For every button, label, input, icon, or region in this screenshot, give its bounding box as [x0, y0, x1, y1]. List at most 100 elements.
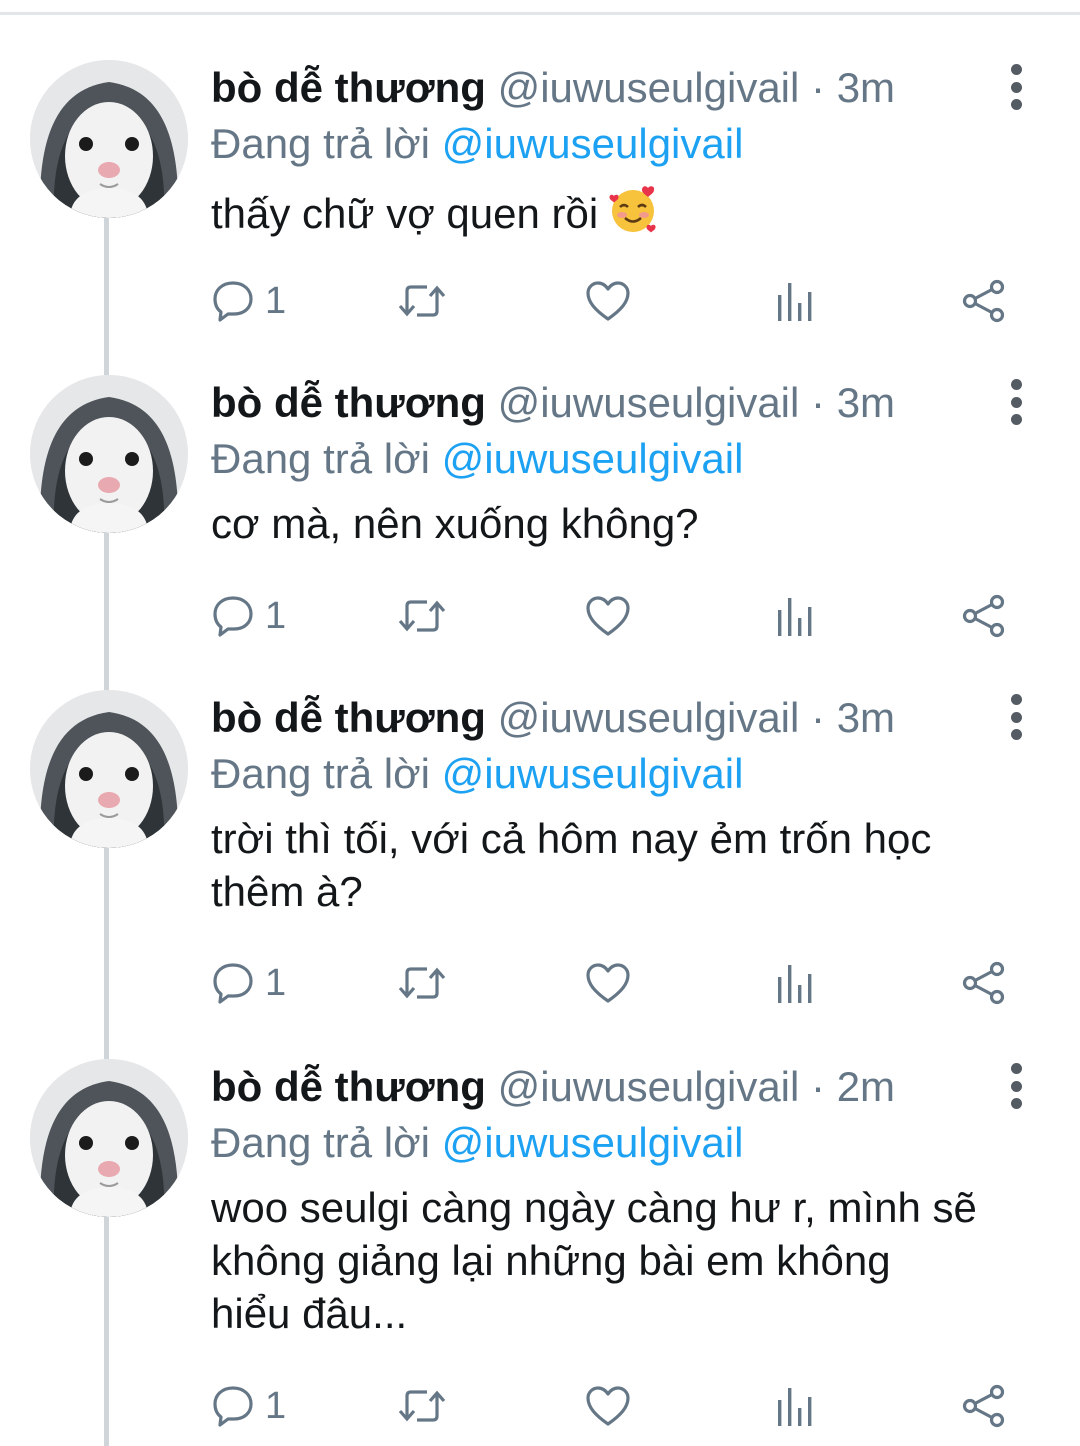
retweet-button[interactable] — [397, 271, 447, 331]
tweet-text-content: cơ mà, nên xuống không? — [211, 500, 699, 547]
heart-icon — [586, 596, 630, 636]
separator-dot: · — [811, 694, 826, 741]
share-icon — [962, 1384, 1005, 1428]
display-name[interactable]: bò dễ thương — [211, 1063, 486, 1110]
tweet-header: bò dễ thương @iuwuseulgivail · 3m — [211, 375, 1040, 431]
timestamp[interactable]: 3m — [837, 694, 895, 741]
retweet-button[interactable] — [397, 1376, 447, 1436]
reply-icon — [213, 963, 253, 1004]
display-name[interactable]: bò dễ thương — [211, 379, 486, 426]
avatar[interactable] — [30, 1059, 188, 1217]
reply-prefix: Đang trả lời — [211, 750, 430, 797]
avatar[interactable] — [30, 375, 188, 533]
retweet-icon — [398, 285, 446, 317]
reply-context: Đang trả lời @iuwuseulgivail — [211, 116, 1040, 172]
separator-dot: · — [811, 64, 826, 111]
action-bar: 1 — [211, 953, 1010, 1013]
like-button[interactable] — [585, 271, 631, 331]
reply-button[interactable]: 1 — [211, 271, 286, 331]
timestamp[interactable]: 3m — [837, 64, 895, 111]
share-button[interactable] — [961, 586, 1007, 646]
timestamp[interactable]: 2m — [837, 1063, 895, 1110]
display-name[interactable]: bò dễ thương — [211, 694, 486, 741]
reply-prefix: Đang trả lời — [211, 120, 430, 167]
tweet-header: bò dễ thương @iuwuseulgivail · 2m — [211, 1059, 1040, 1115]
analytics-button[interactable] — [775, 953, 815, 1013]
reply-icon — [213, 281, 253, 322]
reply-count: 1 — [265, 961, 287, 1004]
user-handle[interactable]: @iuwuseulgivail — [498, 64, 800, 111]
tweet-text-content: trời thì tối, với cả hôm nay ẻm trốn học… — [211, 815, 932, 915]
reply-count: 1 — [265, 1384, 287, 1427]
reply-count: 1 — [265, 279, 287, 322]
reply-context: Đang trả lời @iuwuseulgivail — [211, 1115, 1040, 1171]
reply-prefix: Đang trả lời — [211, 1119, 430, 1166]
tweet-text: trời thì tối, với cả hôm nay ẻm trốn học… — [211, 812, 1040, 918]
share-button[interactable] — [961, 1376, 1007, 1436]
user-handle[interactable]: @iuwuseulgivail — [498, 379, 800, 426]
analytics-button[interactable] — [775, 586, 815, 646]
reply-icon — [213, 1386, 253, 1427]
heart-icon — [586, 281, 630, 321]
reply-context: Đang trả lời @iuwuseulgivail — [211, 431, 1040, 487]
share-icon — [962, 961, 1005, 1005]
tweet-text-content: thấy chữ vợ quen rồi — [211, 190, 599, 237]
avatar[interactable] — [30, 690, 188, 848]
avatar[interactable] — [30, 60, 188, 218]
heart-icon — [586, 1386, 630, 1426]
share-icon — [962, 279, 1005, 323]
thread-line — [104, 848, 109, 1070]
action-bar: 1 — [211, 1376, 1010, 1436]
reply-to-link[interactable]: @iuwuseulgivail — [442, 750, 744, 797]
retweet-icon — [398, 967, 446, 999]
reply-to-link[interactable]: @iuwuseulgivail — [442, 120, 744, 167]
thread-line — [104, 218, 109, 388]
timestamp[interactable]: 3m — [837, 379, 895, 426]
thread-line — [104, 1217, 109, 1446]
tweet-text-content: woo seulgi càng ngày càng hư r, mình sẽ … — [211, 1184, 977, 1337]
tweet-header: bò dễ thương @iuwuseulgivail · 3m — [211, 690, 1040, 746]
thread-line — [104, 533, 109, 703]
like-button[interactable] — [585, 586, 631, 646]
analytics-button[interactable] — [775, 271, 815, 331]
reply-button[interactable]: 1 — [211, 1376, 286, 1436]
reply-prefix: Đang trả lời — [211, 435, 430, 482]
analytics-button[interactable] — [775, 1376, 815, 1436]
retweet-button[interactable] — [397, 586, 447, 646]
analytics-icon — [778, 965, 812, 1003]
share-button[interactable] — [961, 271, 1007, 331]
more-options-icon[interactable] — [1004, 1063, 1028, 1109]
reply-button[interactable]: 1 — [211, 586, 286, 646]
more-options-icon[interactable] — [1004, 694, 1028, 740]
tweet-header: bò dễ thương @iuwuseulgivail · 3m — [211, 60, 1040, 116]
tweet-text: cơ mà, nên xuống không? — [211, 497, 1040, 550]
reply-icon — [213, 596, 253, 637]
reply-button[interactable]: 1 — [211, 953, 286, 1013]
display-name[interactable]: bò dễ thương — [211, 64, 486, 111]
more-options-icon[interactable] — [1004, 64, 1028, 110]
user-handle[interactable]: @iuwuseulgivail — [498, 694, 800, 741]
analytics-icon — [778, 1388, 812, 1426]
tweet-text: woo seulgi càng ngày càng hư r, mình sẽ … — [211, 1181, 1040, 1340]
like-button[interactable] — [585, 1376, 631, 1436]
retweet-button[interactable] — [397, 953, 447, 1013]
share-icon — [962, 594, 1005, 638]
analytics-icon — [778, 283, 812, 321]
heart-icon — [586, 963, 630, 1003]
share-button[interactable] — [961, 953, 1007, 1013]
smiling-face-with-hearts-icon — [606, 182, 660, 248]
tweet-text: thấy chữ vợ quen rồi — [211, 182, 1040, 248]
retweet-icon — [398, 600, 446, 632]
separator-dot: · — [811, 379, 826, 426]
reply-context: Đang trả lời @iuwuseulgivail — [211, 746, 1040, 802]
reply-count: 1 — [265, 594, 287, 637]
reply-to-link[interactable]: @iuwuseulgivail — [442, 435, 744, 482]
reply-to-link[interactable]: @iuwuseulgivail — [442, 1119, 744, 1166]
separator-dot: · — [811, 1063, 826, 1110]
user-handle[interactable]: @iuwuseulgivail — [498, 1063, 800, 1110]
analytics-icon — [778, 598, 812, 636]
like-button[interactable] — [585, 953, 631, 1013]
more-options-icon[interactable] — [1004, 379, 1028, 425]
action-bar: 1 — [211, 271, 1010, 331]
top-divider — [0, 12, 1080, 15]
